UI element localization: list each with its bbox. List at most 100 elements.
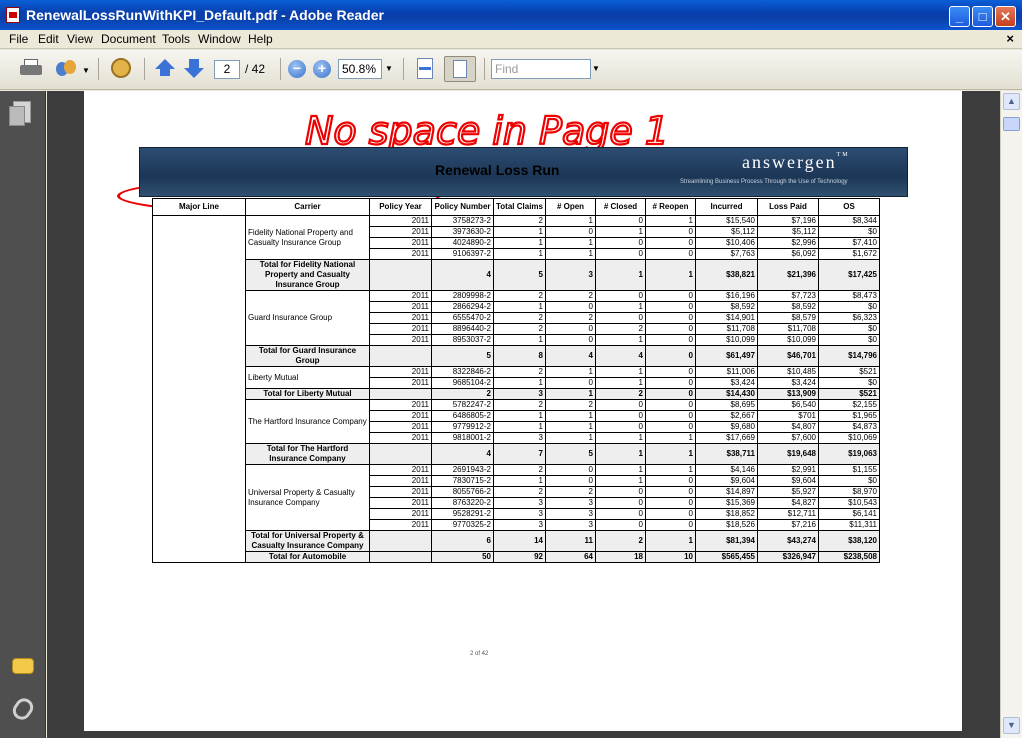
pages-panel-icon[interactable] xyxy=(9,101,31,126)
table-cell: $18,526 xyxy=(695,519,758,531)
table-cell: $8,344 xyxy=(818,215,880,227)
column-header: OS xyxy=(818,198,880,216)
document-close-button[interactable]: × xyxy=(1006,31,1014,46)
maximize-button[interactable]: □ xyxy=(972,6,993,27)
table-cell: 7 xyxy=(493,443,546,465)
table-cell: 0 xyxy=(645,410,696,422)
table-cell: $1,155 xyxy=(818,464,880,476)
table-cell: 2011 xyxy=(369,312,432,324)
table-cell: $2,991 xyxy=(757,464,819,476)
carrier-cell: Universal Property & Casualty Insurance … xyxy=(245,464,370,531)
menu-document[interactable]: Document xyxy=(101,32,156,46)
table-cell: 1 xyxy=(645,530,696,552)
minimize-button[interactable]: _ xyxy=(949,6,970,27)
table-cell: $8,592 xyxy=(695,301,758,313)
table-cell: $10,543 xyxy=(818,497,880,509)
table-cell: $0 xyxy=(818,475,880,487)
carrier-cell: Guard Insurance Group xyxy=(245,290,370,346)
column-header: Carrier xyxy=(245,198,370,216)
table-cell: 0 xyxy=(595,519,646,531)
table-cell: $46,701 xyxy=(757,345,819,367)
table-cell: 0 xyxy=(595,486,646,498)
zoom-level-input[interactable]: 50.8% xyxy=(338,59,382,79)
table-cell: 6 xyxy=(431,530,494,552)
table-cell: 0 xyxy=(645,334,696,346)
table-cell: 2809998-2 xyxy=(431,290,494,302)
table-cell: 1 xyxy=(595,226,646,238)
table-cell: 1 xyxy=(595,464,646,476)
comments-icon[interactable] xyxy=(12,658,34,674)
table-cell: 1 xyxy=(493,226,546,238)
table-row: The Hartford Insurance Company 2011 578224… xyxy=(153,399,880,444)
vertical-scrollbar[interactable]: ▲ ▼ xyxy=(1000,91,1022,738)
table-cell: $7,723 xyxy=(757,290,819,302)
page-number-input[interactable]: 2 xyxy=(214,60,240,79)
table-cell: 2011 xyxy=(369,410,432,422)
table-cell: 2011 xyxy=(369,323,432,335)
table-cell: $8,473 xyxy=(818,290,880,302)
scroll-thumb[interactable] xyxy=(1003,117,1020,131)
scroll-down-button[interactable]: ▼ xyxy=(1003,717,1020,734)
table-cell: 0 xyxy=(545,334,596,346)
table-cell: 2011 xyxy=(369,226,432,238)
fit-width-icon[interactable] xyxy=(413,56,437,82)
menu-window[interactable]: Window xyxy=(198,32,241,46)
fit-page-icon[interactable] xyxy=(444,56,476,82)
menu-view[interactable]: View xyxy=(67,32,93,46)
settings-gear-icon[interactable] xyxy=(108,56,134,82)
column-header: # Open xyxy=(545,198,596,216)
table-cell: 4 xyxy=(595,345,646,367)
menu-file[interactable]: File xyxy=(9,32,28,46)
table-cell: $12,711 xyxy=(757,508,819,520)
next-page-icon[interactable] xyxy=(183,56,205,82)
table-cell: 9685104-2 xyxy=(431,377,494,389)
table-cell: $9,680 xyxy=(695,421,758,433)
menu-tools[interactable]: Tools xyxy=(162,32,190,46)
grand-total-row: Total for Automobile 50 92 64 18 10 $565,455 $3… xyxy=(153,551,880,563)
table-cell: 2011 xyxy=(369,237,432,249)
menu-help[interactable]: Help xyxy=(248,32,273,46)
table-cell: $3,424 xyxy=(757,377,819,389)
table-cell: 2011 xyxy=(369,377,432,389)
table-cell: $10,485 xyxy=(757,366,819,378)
table-cell: 1 xyxy=(645,464,696,476)
table-cell: 2011 xyxy=(369,248,432,260)
collaborate-icon[interactable]: ▼ xyxy=(54,56,90,82)
table-cell: 1 xyxy=(545,388,596,400)
table-row: Fidelity National Property and Casualty … xyxy=(152,215,880,563)
table-cell: 8896440-2 xyxy=(431,323,494,335)
table-cell: 1 xyxy=(493,377,546,389)
table-cell: $1,672 xyxy=(818,248,880,260)
column-header: Incurred xyxy=(695,198,758,216)
table-cell: 1 xyxy=(493,410,546,422)
zoom-out-icon[interactable]: − xyxy=(288,60,306,78)
menu-edit[interactable]: Edit xyxy=(38,32,59,46)
table-cell: 4024890-2 xyxy=(431,237,494,249)
empty-cell xyxy=(369,345,432,367)
attachments-paperclip-icon[interactable] xyxy=(9,694,37,724)
table-cell: 0 xyxy=(645,377,696,389)
zoom-dropdown-icon[interactable]: ▼ xyxy=(383,59,395,79)
scroll-up-button[interactable]: ▲ xyxy=(1003,93,1020,110)
column-header: Policy Year xyxy=(369,198,432,216)
table-cell: 2 xyxy=(493,215,546,227)
title-bar[interactable]: RenewalLossRunWithKPI_Default.pdf - Adob… xyxy=(0,0,1022,30)
find-input[interactable]: Find xyxy=(491,59,591,79)
find-dropdown-icon[interactable]: ▼ xyxy=(591,59,601,79)
table-cell: 8322846-2 xyxy=(431,366,494,378)
table-cell: 8055766-2 xyxy=(431,486,494,498)
table-cell: $16,196 xyxy=(695,290,758,302)
total-label-cell: Total for Fidelity National Property and… xyxy=(245,259,370,291)
table-cell: 3 xyxy=(493,519,546,531)
table-cell: 14 xyxy=(493,530,546,552)
table-cell: $11,311 xyxy=(818,519,880,531)
zoom-in-icon[interactable]: + xyxy=(313,60,331,78)
table-cell: $4,807 xyxy=(757,421,819,433)
table-cell: 1 xyxy=(645,443,696,465)
table-cell: 0 xyxy=(545,475,596,487)
table-cell: 2011 xyxy=(369,366,432,378)
close-button[interactable]: ✕ xyxy=(995,6,1016,27)
print-icon[interactable] xyxy=(18,56,44,82)
table-cell: $38,120 xyxy=(818,530,880,552)
previous-page-icon[interactable] xyxy=(154,56,176,82)
